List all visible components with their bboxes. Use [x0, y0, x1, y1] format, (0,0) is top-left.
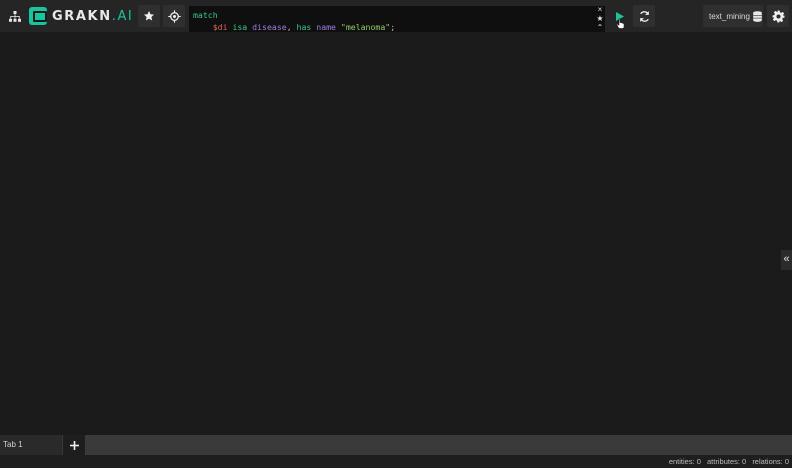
query-line: match — [193, 9, 395, 21]
query-token: isa — [227, 22, 253, 33]
keyspace-selector[interactable]: text_mining — [703, 5, 763, 27]
logo-text: GRAKN.AI — [52, 8, 134, 24]
schema-icon — [9, 10, 21, 22]
locate-icon — [167, 9, 181, 23]
graph-canvas[interactable] — [0, 32, 792, 435]
tab-1[interactable]: Tab 1 — [0, 435, 62, 455]
status-bar: entities: 0 attributes: 0 relations: 0 — [0, 455, 792, 468]
favourite-queries-button[interactable] — [138, 5, 160, 27]
refresh-icon — [639, 10, 649, 22]
settings-button[interactable] — [767, 5, 789, 27]
query-token — [193, 22, 213, 32]
relations-count: relations: 0 — [752, 457, 789, 466]
hand-cursor-icon — [617, 18, 624, 29]
top-toolbar: GRAKN.AI match $di isa disease, has name… — [0, 0, 792, 76]
database-icon — [753, 10, 762, 22]
query-token: name — [316, 22, 336, 33]
keyspace-label: text_mining — [709, 11, 750, 21]
graph-stats: entities: 0 attributes: 0 relations: 0 — [665, 457, 789, 466]
star-icon — [144, 11, 154, 21]
query-token: disease — [252, 22, 287, 33]
query-token: , — [286, 22, 297, 33]
gear-icon — [772, 10, 784, 22]
locate-button[interactable] — [163, 5, 185, 27]
query-token: ; — [390, 22, 396, 33]
query-token: match — [193, 10, 218, 20]
query-token: $di — [212, 22, 228, 33]
clear-query-icon[interactable]: × — [594, 6, 606, 14]
entities-count: entities: 0 — [668, 457, 701, 466]
plus-icon — [69, 440, 79, 450]
clear-graph-button[interactable] — [633, 5, 655, 27]
grakn-logo-icon — [29, 7, 47, 25]
query-token: has — [296, 22, 317, 33]
add-favourite-icon[interactable]: ★ — [594, 15, 606, 23]
tab-bar: Tab 1 — [0, 435, 792, 455]
add-tab-button[interactable] — [63, 435, 85, 455]
expand-side-panel-icon[interactable]: « — [781, 250, 792, 270]
query-token: "melanoma" — [335, 22, 391, 33]
attributes-count: attributes: 0 — [707, 457, 747, 466]
logo: GRAKN.AI — [29, 6, 133, 26]
collapse-editor-icon[interactable]: ⌃ — [594, 24, 606, 32]
schema-design-button[interactable] — [4, 5, 26, 27]
